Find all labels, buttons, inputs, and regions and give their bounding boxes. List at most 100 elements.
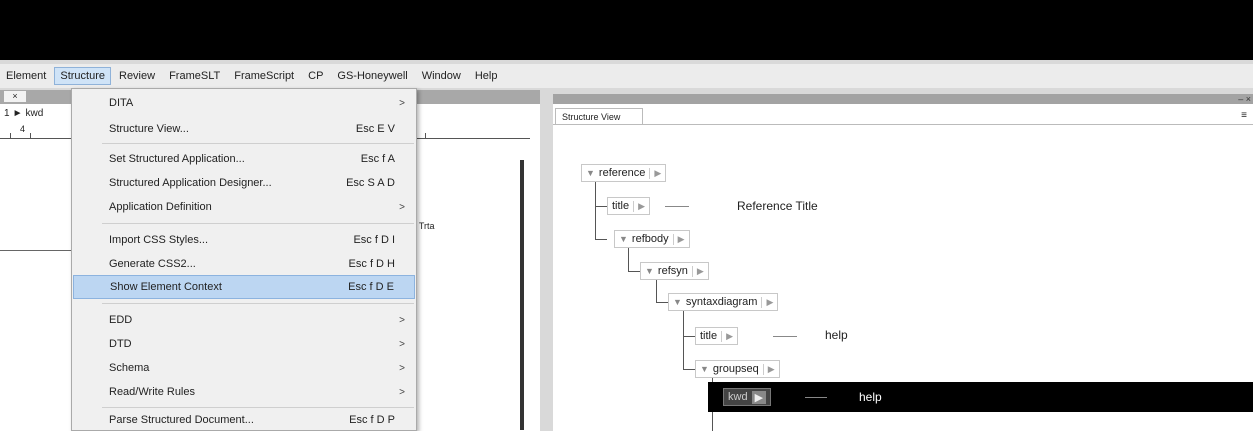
- structure-view-panel: – × Structure View ≡ ▼ reference ▶ title…: [553, 94, 1253, 431]
- menu-item-label: Generate CSS2...: [109, 258, 196, 270]
- menu-bar: Element Structure Review FrameSLT FrameS…: [0, 64, 1253, 88]
- menu-item-shortcut: Esc f D P: [349, 414, 395, 426]
- menu-item-label: DITA: [109, 97, 134, 109]
- menu-help[interactable]: Help: [469, 67, 504, 85]
- element-breadcrumb[interactable]: 1 ► kwd: [4, 108, 43, 119]
- submenu-arrow-icon: >: [399, 201, 405, 213]
- top-black-bar: [0, 0, 1253, 60]
- node-label: syntaxdiagram: [685, 296, 758, 308]
- kwd-text: help: [859, 390, 882, 404]
- node-label: kwd: [728, 391, 748, 403]
- structure-view-titlebar: [553, 94, 1253, 104]
- tree-node-groupseq[interactable]: ▼ groupseq ▶: [695, 360, 780, 378]
- menu-item-label: EDD: [109, 314, 133, 326]
- submenu-arrow-icon: >: [399, 314, 405, 326]
- menu-item-import-css-styles[interactable]: Import CSS Styles... Esc f D I: [73, 228, 415, 252]
- menu-item-read-write-rules[interactable]: Read/Write Rules >: [73, 380, 415, 404]
- node-label: refsyn: [657, 265, 688, 277]
- menu-item-label: Parse Structured Document...: [109, 414, 254, 426]
- expand-attributes-icon[interactable]: ▶: [691, 265, 704, 277]
- structure-view-tab[interactable]: Structure View: [555, 108, 644, 125]
- text-connector: [805, 397, 827, 398]
- selected-row-highlight: [708, 382, 1253, 412]
- tree-node-syntaxdiagram[interactable]: ▼ syntaxdiagram ▶: [668, 293, 779, 311]
- menu-item-shortcut: Esc f D H: [348, 258, 395, 270]
- expand-attributes-icon[interactable]: ▶: [751, 390, 767, 404]
- expand-attributes-icon[interactable]: ▶: [721, 330, 733, 342]
- menu-item-label: Set Structured Application...: [109, 153, 245, 165]
- menu-item-label: Read/Write Rules: [109, 386, 195, 398]
- menu-item-structured-application-designer[interactable]: Structured Application Designer... Esc S…: [73, 171, 415, 195]
- menu-item-shortcut: Esc f A: [360, 153, 395, 165]
- submenu-arrow-icon: >: [399, 97, 405, 109]
- menu-item-label: Import CSS Styles...: [109, 234, 209, 246]
- tree-node-refbody[interactable]: ▼ refbody ▶: [614, 230, 690, 248]
- arrow-right-icon: ►: [12, 108, 23, 119]
- menu-separator: [102, 223, 414, 224]
- menu-item-label: Structured Application Designer...: [109, 177, 272, 189]
- expand-attributes-icon[interactable]: ▶: [672, 233, 685, 245]
- menu-item-generate-css2[interactable]: Generate CSS2... Esc f D H: [73, 252, 415, 276]
- ruler-number: 4: [20, 124, 26, 134]
- menu-separator: [102, 143, 414, 144]
- menu-item-label: Application Definition: [109, 201, 212, 213]
- menu-item-label: Structure View...: [109, 123, 189, 135]
- expand-attributes-icon[interactable]: ▶: [762, 363, 775, 375]
- tree-node-refsyn[interactable]: ▼ refsyn ▶: [640, 262, 709, 280]
- node-label: refbody: [631, 233, 669, 245]
- menu-item-shortcut: Esc S A D: [346, 177, 395, 189]
- node-label: title: [612, 200, 630, 212]
- expand-attributes-icon[interactable]: ▶: [633, 200, 645, 212]
- submenu-arrow-icon: >: [399, 362, 405, 374]
- menu-item-dita[interactable]: DITA >: [73, 91, 415, 115]
- menu-item-application-definition[interactable]: Application Definition >: [73, 195, 415, 219]
- menu-item-structure-view[interactable]: Structure View... Esc E V: [73, 117, 415, 141]
- scroll-edge: [520, 160, 524, 430]
- breadcrumb-prefix: 1: [4, 108, 10, 119]
- menu-framescript[interactable]: FrameScript: [228, 67, 300, 85]
- text-connector: [665, 206, 689, 207]
- menu-item-label: Show Element Context: [110, 281, 222, 293]
- menu-window[interactable]: Window: [416, 67, 467, 85]
- submenu-arrow-icon: >: [399, 338, 405, 350]
- menu-item-edd[interactable]: EDD >: [73, 308, 415, 332]
- collapse-icon[interactable]: ▼: [586, 168, 595, 178]
- close-icon[interactable]: ×: [4, 91, 26, 102]
- tree-node-kwd[interactable]: kwd ▶: [723, 388, 772, 406]
- expand-attributes-icon[interactable]: ▶: [761, 296, 773, 308]
- menu-item-shortcut: Esc E V: [355, 123, 395, 135]
- structure-menu-dropdown: DITA > Structure View... Esc E V Set Str…: [71, 88, 417, 431]
- collapse-icon[interactable]: ▼: [619, 234, 628, 244]
- collapse-icon[interactable]: ▼: [700, 364, 709, 374]
- collapse-icon[interactable]: ▼: [673, 297, 682, 307]
- node-label: title: [700, 330, 718, 342]
- window-buttons[interactable]: – ×: [1238, 94, 1251, 104]
- menu-separator: [102, 303, 414, 304]
- menu-frameslt[interactable]: FrameSLT: [163, 67, 226, 85]
- menu-item-parse-structured-document[interactable]: Parse Structured Document... Esc f D P: [73, 409, 415, 431]
- submenu-arrow-icon: >: [399, 386, 405, 398]
- tree-node-reference[interactable]: ▼ reference ▶: [581, 164, 667, 182]
- tree-node-title[interactable]: title ▶: [695, 327, 739, 345]
- menu-item-label: Schema: [109, 362, 150, 374]
- menu-gs-honeywell[interactable]: GS-Honeywell: [331, 67, 413, 85]
- menu-item-set-structured-application[interactable]: Set Structured Application... Esc f A: [73, 147, 415, 171]
- menu-structure[interactable]: Structure: [54, 67, 111, 85]
- menu-item-schema[interactable]: Schema >: [73, 356, 415, 380]
- title-text: help: [825, 328, 848, 342]
- tree-node-title[interactable]: title ▶: [607, 197, 651, 215]
- breadcrumb-element: kwd: [25, 108, 44, 119]
- menu-cp[interactable]: CP: [302, 67, 329, 85]
- text-connector: [773, 336, 797, 337]
- menu-item-dtd[interactable]: DTD >: [73, 332, 415, 356]
- node-label: groupseq: [712, 363, 759, 375]
- menu-element[interactable]: Element: [0, 67, 52, 85]
- collapse-icon[interactable]: ▼: [645, 266, 654, 276]
- menu-separator: [102, 407, 414, 408]
- menu-review[interactable]: Review: [113, 67, 161, 85]
- node-label: reference: [598, 167, 646, 179]
- menu-item-shortcut: Esc f D I: [353, 234, 395, 246]
- divider: [553, 124, 1253, 125]
- expand-attributes-icon[interactable]: ▶: [649, 167, 661, 179]
- panel-menu-icon[interactable]: ≡: [1241, 110, 1247, 121]
